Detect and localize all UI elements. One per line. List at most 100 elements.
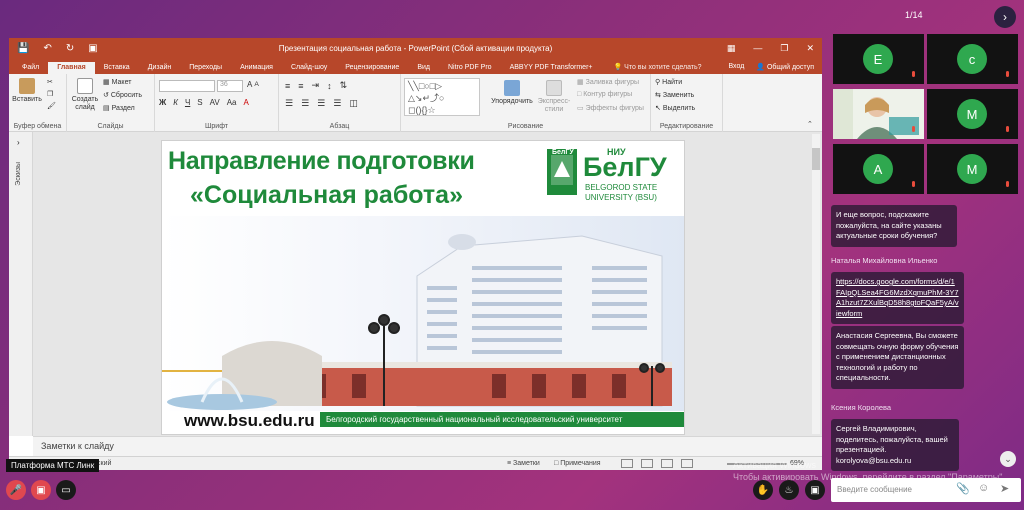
scrollbar-thumb[interactable] (812, 148, 820, 170)
thumbnails-pane[interactable]: › Эскизы (9, 132, 33, 436)
font-size-input[interactable]: 36 (217, 80, 243, 92)
italic-icon[interactable]: К (173, 98, 178, 107)
select-button[interactable]: ↖ Выделить (655, 104, 695, 113)
shape-outline-button[interactable]: □ Контур фигуры (577, 91, 632, 98)
raise-hand-button[interactable]: ✋ (753, 480, 773, 500)
mic-muted-icon (1006, 71, 1012, 79)
tab-insert[interactable]: Вставка (95, 62, 139, 74)
slide-canvas[interactable]: Направление подготовки «Социальная работ… (161, 140, 685, 435)
tab-review[interactable]: Рецензирование (336, 62, 408, 74)
minimize-icon[interactable]: — (753, 43, 762, 54)
collapse-ribbon-icon[interactable]: ⌃ (807, 120, 813, 128)
replace-button[interactable]: ⇆ Заменить (655, 91, 694, 100)
layout-label: Макет (111, 78, 132, 86)
notes-pane[interactable]: Заметки к слайду (33, 436, 822, 456)
tab-design[interactable]: Дизайн (139, 62, 181, 74)
vertical-scrollbar[interactable] (812, 134, 820, 434)
section-button[interactable]: ▤ Раздел (103, 104, 135, 113)
share-button[interactable]: 👤 Общий доступ (756, 63, 814, 71)
format-painter-button[interactable]: 🖌 (47, 102, 56, 110)
normal-view-icon[interactable] (621, 459, 633, 468)
group-slides: Создать слайд ▦ Макет ↺ Сбросить ▤ Раздел С… (67, 74, 155, 132)
group-label-slides: Слайды (97, 123, 124, 130)
indent-icon[interactable]: ⇥ (312, 80, 320, 91)
arrange-button[interactable]: Упорядочить (491, 80, 533, 105)
reaction-button[interactable]: ♨ (779, 480, 799, 500)
tab-file[interactable]: Файл (13, 62, 48, 74)
slide-title-line2: «Социальная работа» (190, 181, 463, 209)
form-link[interactable]: https://docs.google.com/forms/d/e/1FAIpQ… (836, 277, 959, 318)
tell-me-box[interactable]: 💡 Что вы хотите сделать? (614, 61, 702, 74)
status-comments-button[interactable]: □ Примечания (554, 460, 601, 467)
camera-off-icon: ▣ (36, 484, 46, 496)
tab-slideshow[interactable]: Слайд-шоу (282, 62, 336, 74)
new-slide-button[interactable]: Создать слайд (71, 78, 99, 112)
numbering-icon[interactable]: ≡ (298, 81, 303, 91)
sorter-view-icon[interactable] (641, 459, 653, 468)
case-icon[interactable]: Aa (227, 98, 237, 107)
underline-icon[interactable]: Ч (185, 98, 190, 107)
expand-thumbnails-icon[interactable]: › (17, 138, 20, 147)
align-center-icon[interactable]: ☰ (301, 98, 309, 109)
justify-icon[interactable]: ☰ (333, 98, 341, 109)
screen-share-button[interactable]: ▭ (56, 480, 76, 500)
shape-effects-button[interactable]: ▭ Эффекты фигуры (577, 104, 644, 113)
present-icon[interactable]: ▣ (88, 43, 97, 54)
participant-tile[interactable]: A (833, 144, 924, 194)
tab-abbyy[interactable]: ABBYY PDF Transformer+ (501, 62, 602, 74)
attach-icon[interactable]: 📎 (956, 482, 970, 495)
text-direction-icon[interactable]: ⇅ (340, 80, 348, 91)
scroll-down-button[interactable]: ⌄ (1000, 451, 1016, 467)
participant-tile[interactable]: c (927, 34, 1018, 84)
reading-view-icon[interactable] (661, 459, 673, 468)
next-slide-button[interactable]: › (994, 6, 1016, 28)
layout-button[interactable]: ▦ Макет (103, 78, 132, 87)
grow-font-button[interactable]: AA (247, 80, 259, 89)
copy-button[interactable]: ❐ (47, 90, 53, 98)
bullets-icon[interactable]: ≡ (285, 81, 290, 91)
redo-icon[interactable]: ↻ (66, 43, 74, 54)
sign-in-link[interactable]: Вход (728, 63, 744, 71)
send-icon[interactable]: ➤ (1000, 482, 1009, 495)
layout-toggle-button[interactable]: ▣ (805, 480, 825, 500)
align-right-icon[interactable]: ☰ (317, 98, 325, 109)
tab-animations[interactable]: Анимация (231, 62, 282, 74)
section-icon: ▤ (103, 105, 110, 112)
bold-icon[interactable]: Ж (159, 98, 166, 107)
undo-icon[interactable]: ↶ (43, 43, 51, 54)
columns-icon[interactable]: ◫ (349, 98, 358, 109)
participant-video-tile[interactable] (833, 89, 924, 139)
paste-button[interactable]: Вставить (12, 78, 42, 103)
mic-toggle-button[interactable]: 🎤 (6, 480, 26, 500)
status-bar: ский ≡ Заметки □ Примечания 69% (9, 456, 822, 470)
char-spacing-icon[interactable]: AV (210, 98, 220, 107)
tab-view[interactable]: Вид (408, 62, 439, 74)
camera-toggle-button[interactable]: ▣ (31, 480, 51, 500)
font-name-input[interactable] (159, 80, 215, 92)
slideshow-view-icon[interactable] (681, 459, 693, 468)
participant-tile[interactable]: M (927, 144, 1018, 194)
find-button[interactable]: ⚲ Найти (655, 78, 682, 87)
ribbon-display-icon[interactable]: ▦ (727, 43, 736, 54)
line-spacing-icon[interactable]: ↕ (327, 81, 332, 91)
strike-icon[interactable]: S (197, 98, 202, 107)
reset-button[interactable]: ↺ Сбросить (103, 91, 142, 100)
tab-transitions[interactable]: Переходы (180, 62, 231, 74)
tab-home[interactable]: Главная (48, 62, 95, 74)
align-left-icon[interactable]: ☰ (285, 98, 293, 109)
university-banner: Белгородский государственный национальны… (320, 412, 684, 427)
emoji-icon[interactable]: ☺ (978, 482, 989, 494)
quick-styles-button[interactable]: Экспресс-стили (537, 80, 571, 114)
tab-nitro[interactable]: Nitro PDF Pro (439, 62, 501, 74)
shape-fill-button[interactable]: ▦ Заливка фигуры (577, 78, 639, 87)
restore-icon[interactable]: ❐ (780, 43, 788, 54)
cut-button[interactable]: ✂ (47, 78, 53, 86)
close-icon[interactable]: ✕ (806, 43, 814, 54)
status-notes-button[interactable]: ≡ Заметки (507, 460, 540, 467)
participant-tile[interactable]: M (927, 89, 1018, 139)
shapes-gallery[interactable]: ╲╲□○□▷ △↘↵⤴○ ◻(){}☆ (404, 78, 480, 116)
save-icon[interactable]: 💾 (17, 43, 29, 54)
font-color-icon[interactable]: A (244, 98, 249, 107)
participant-tile[interactable]: E (833, 34, 924, 84)
chat-input[interactable]: Введите сообщение (831, 478, 1021, 502)
